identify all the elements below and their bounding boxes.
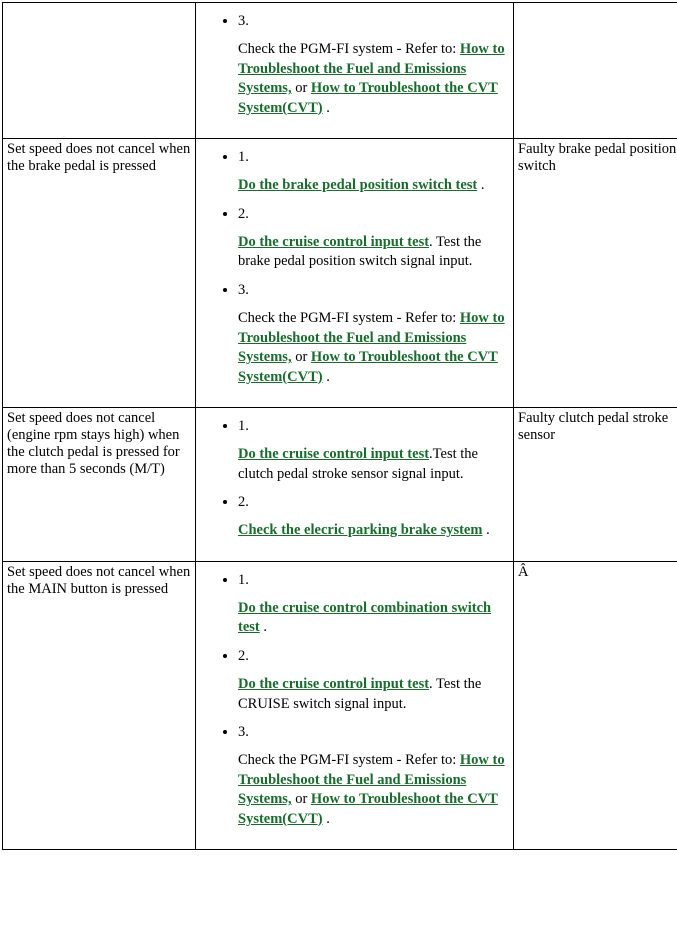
symptom-cell: Set speed does not cancel (engine rpm st… bbox=[3, 408, 196, 562]
step-number: 2. bbox=[238, 206, 509, 223]
table-row: Set speed does not cancel when the brake… bbox=[3, 139, 677, 408]
step-number: 1. bbox=[238, 149, 509, 166]
table-row: Set speed does not cancel (engine rpm st… bbox=[3, 408, 677, 562]
troubleshooting-table: 3. Check the PGM-FI system - Refer to: Ho… bbox=[2, 2, 677, 850]
table-row: Set speed does not cancel when the MAIN … bbox=[3, 561, 677, 850]
list-item: 2. Check the elecric parking brake system… bbox=[238, 494, 509, 541]
step-text: . bbox=[323, 369, 330, 385]
step-body: Do the cruise control combination switch… bbox=[238, 599, 509, 638]
cause-cell bbox=[514, 3, 677, 139]
step-number: 1. bbox=[238, 418, 509, 435]
steps-list: 3. Check the PGM-FI system - Refer to: Ho… bbox=[200, 13, 509, 118]
list-item: 1. Do the brake pedal position switch tes… bbox=[238, 149, 509, 196]
step-text: . bbox=[260, 619, 267, 635]
procedure-cell: 3. Check the PGM-FI system - Refer to: Ho… bbox=[196, 3, 514, 139]
list-item: 2. Do the cruise control input test. Test… bbox=[238, 648, 509, 714]
step-number: 2. bbox=[238, 648, 509, 665]
table-row: 3. Check the PGM-FI system - Refer to: Ho… bbox=[3, 3, 677, 139]
symptom-cell bbox=[3, 3, 196, 139]
step-number: 3. bbox=[238, 13, 509, 30]
step-text: . bbox=[482, 522, 489, 538]
procedure-cell: 1. Do the cruise control input test.Test … bbox=[196, 408, 514, 562]
list-item: 1. Do the cruise control combination swit… bbox=[238, 572, 509, 638]
step-body: Do the cruise control input test. Test t… bbox=[238, 675, 509, 714]
step-number: 3. bbox=[238, 282, 509, 299]
step-body: Do the cruise control input test. Test t… bbox=[238, 233, 509, 272]
procedure-cell: 1. Do the cruise control combination swit… bbox=[196, 561, 514, 850]
step-text: Check the PGM-FI system - Refer to: bbox=[238, 752, 460, 768]
step-text: Check the PGM-FI system - Refer to: bbox=[238, 41, 460, 57]
step-body: Check the PGM-FI system - Refer to: How … bbox=[238, 40, 509, 118]
step-body: Check the PGM-FI system - Refer to: How … bbox=[238, 309, 509, 387]
step-text: . bbox=[323, 100, 330, 116]
steps-list: 1. Do the cruise control input test.Test … bbox=[200, 418, 509, 541]
reference-link[interactable]: Check the elecric parking brake system bbox=[238, 522, 482, 538]
step-text: or bbox=[292, 80, 311, 96]
list-item: 3. Check the PGM-FI system - Refer to: Ho… bbox=[238, 13, 509, 118]
step-text: or bbox=[292, 791, 311, 807]
cause-cell: Faulty brake pedal position switch bbox=[514, 139, 677, 408]
steps-list: 1. Do the brake pedal position switch tes… bbox=[200, 149, 509, 387]
list-item: 1. Do the cruise control input test.Test … bbox=[238, 418, 509, 484]
list-item: 3. Check the PGM-FI system - Refer to: Ho… bbox=[238, 724, 509, 829]
step-text: . bbox=[323, 811, 330, 827]
steps-list: 1. Do the cruise control combination swit… bbox=[200, 572, 509, 830]
step-text: Check the PGM-FI system - Refer to: bbox=[238, 310, 460, 326]
step-body: Check the PGM-FI system - Refer to: How … bbox=[238, 751, 509, 829]
cause-cell: Â bbox=[514, 561, 677, 850]
step-number: 2. bbox=[238, 494, 509, 511]
step-body: Do the cruise control input test.Test th… bbox=[238, 445, 509, 484]
step-number: 3. bbox=[238, 724, 509, 741]
procedure-cell: 1. Do the brake pedal position switch tes… bbox=[196, 139, 514, 408]
step-text: . bbox=[477, 177, 484, 193]
reference-link[interactable]: Do the cruise control combination switch… bbox=[238, 600, 491, 636]
symptom-cell: Set speed does not cancel when the brake… bbox=[3, 139, 196, 408]
reference-link[interactable]: Do the cruise control input test bbox=[238, 676, 429, 692]
step-text: or bbox=[292, 349, 311, 365]
step-body: Do the brake pedal position switch test … bbox=[238, 176, 509, 196]
symptom-cell: Set speed does not cancel when the MAIN … bbox=[3, 561, 196, 850]
cause-cell: Faulty clutch pedal stroke sensor bbox=[514, 408, 677, 562]
step-number: 1. bbox=[238, 572, 509, 589]
reference-link[interactable]: Do the brake pedal position switch test bbox=[238, 177, 477, 193]
list-item: 3. Check the PGM-FI system - Refer to: Ho… bbox=[238, 282, 509, 387]
reference-link[interactable]: Do the cruise control input test bbox=[238, 446, 429, 462]
step-body: Check the elecric parking brake system . bbox=[238, 521, 509, 541]
list-item: 2. Do the cruise control input test. Test… bbox=[238, 206, 509, 272]
reference-link[interactable]: Do the cruise control input test bbox=[238, 234, 429, 250]
